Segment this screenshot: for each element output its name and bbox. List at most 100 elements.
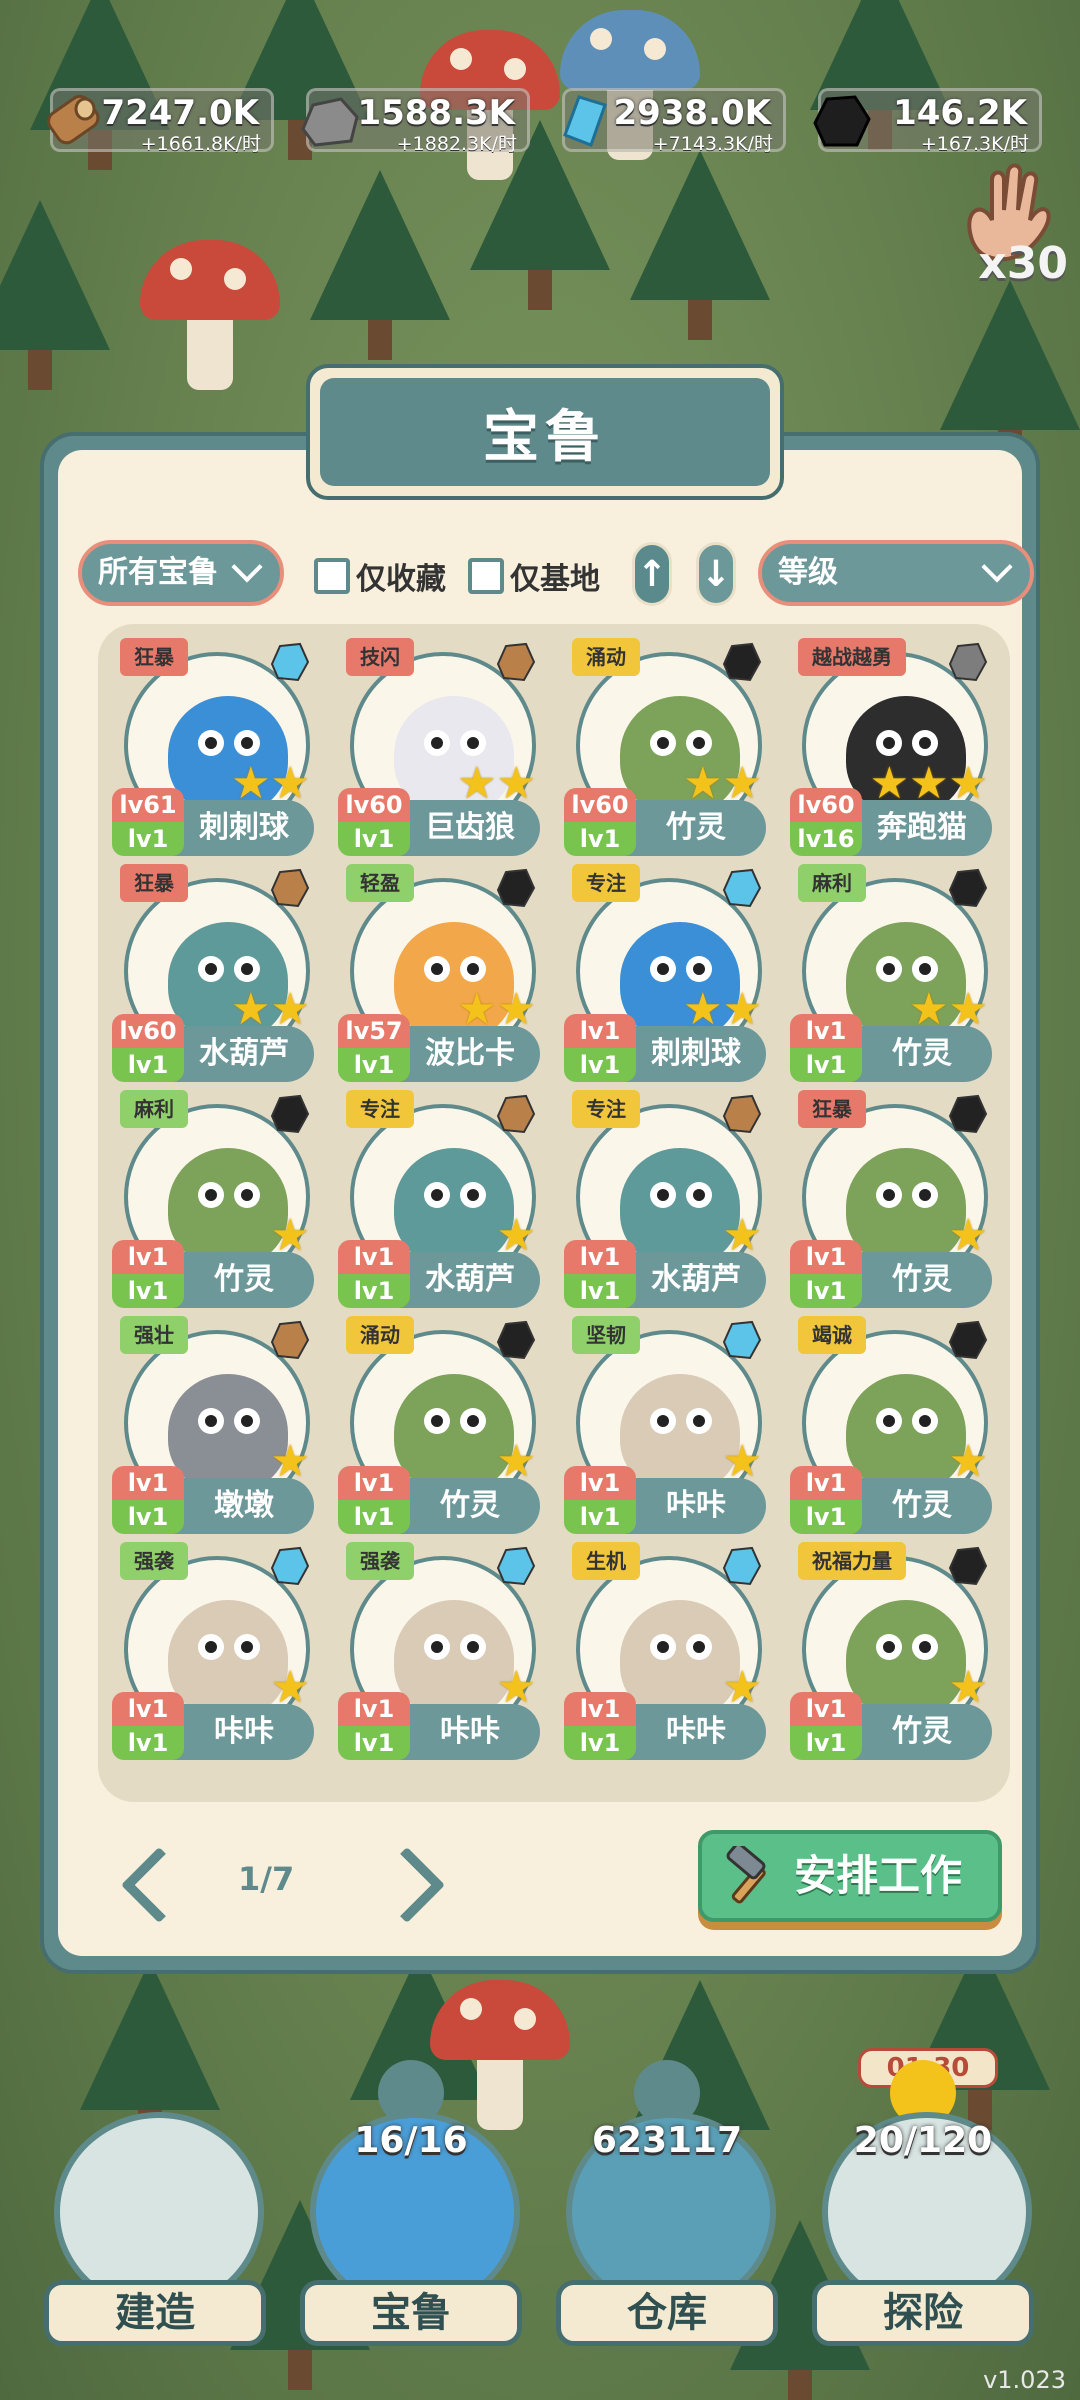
nav-build-label: 建造	[44, 2280, 266, 2346]
nav-storage-count: 623117	[591, 2120, 743, 2161]
nav-pals-count: 16/16	[354, 2120, 468, 2161]
pal-name: 竹灵	[892, 1262, 952, 1297]
pal-filter-label: 所有宝鲁	[98, 555, 218, 590]
work-level: lv1	[338, 1048, 410, 1082]
pal-level: lv60	[338, 788, 410, 822]
pal-card[interactable]: 涌动 ★★ 竹灵 lv60 lv1	[564, 638, 766, 860]
pal-name: 竹灵	[892, 1488, 952, 1523]
trait-tag: 竭诚	[798, 1316, 866, 1354]
pal-card[interactable]: 狂暴 ★★ 水葫芦 lv60 lv1	[112, 864, 314, 1086]
resource-stone: 1588.3K +1882.3K/时	[301, 88, 530, 155]
coal-icon	[270, 1094, 310, 1134]
pal-card[interactable]: 强袭 ★ 咔咔 lv1 lv1	[338, 1542, 540, 1764]
trait-tag: 专注	[346, 1090, 414, 1128]
pal-card[interactable]: 技闪 ★★ 巨齿狼 lv60 lv1	[338, 638, 540, 860]
panel-body: 所有宝鲁 仅收藏 仅基地 ↑ ↓ 等级 狂暴 ★★ 刺刺球 lv61 lv1 技闪 ★★ 巨齿…	[58, 450, 1034, 1956]
coal-icon	[813, 95, 871, 147]
work-level: lv1	[112, 1726, 184, 1760]
stone-icon	[301, 97, 359, 147]
panel-title: 宝鲁	[483, 404, 607, 470]
pal-level: lv1	[564, 1466, 636, 1500]
nav-pals[interactable]: 16/16 宝鲁	[296, 2048, 526, 2348]
work-level: lv16	[790, 822, 862, 856]
crystal-icon	[270, 642, 310, 682]
trait-tag: 专注	[572, 864, 640, 902]
nav-storage-label: 仓库	[556, 2280, 778, 2346]
pal-card[interactable]: 狂暴 ★ 竹灵 lv1 lv1	[790, 1090, 992, 1312]
pal-card[interactable]: 专注 ★★ 刺刺球 lv1 lv1	[564, 864, 766, 1086]
resource-bar: 7247.0K +1661.8K/时 1588.3K +1882.3K/时 29…	[30, 88, 1060, 158]
trait-tag: 麻利	[120, 1090, 188, 1128]
wood-rate: +1661.8K/时	[140, 133, 261, 155]
pal-card[interactable]: 狂暴 ★★ 刺刺球 lv61 lv1	[112, 638, 314, 860]
nav-explore[interactable]: 01:30 20/120 探险	[808, 2048, 1038, 2348]
work-level: lv1	[112, 1500, 184, 1534]
pal-card[interactable]: 强袭 ★ 咔咔 lv1 lv1	[112, 1542, 314, 1764]
crystal-amount: 2938.0K	[613, 93, 771, 133]
pal-name: 墩墩	[214, 1488, 274, 1523]
work-level: lv1	[338, 1500, 410, 1534]
pal-panel: 所有宝鲁 仅收藏 仅基地 ↑ ↓ 等级 狂暴 ★★ 刺刺球 lv61 lv1 技闪 ★★ 巨齿…	[40, 364, 1040, 1974]
pal-card[interactable]: 生机 ★ 咔咔 lv1 lv1	[564, 1542, 766, 1764]
pal-level: lv61	[112, 788, 184, 822]
pal-filter-dropdown[interactable]: 所有宝鲁	[78, 540, 284, 606]
pal-card[interactable]: 轻盈 ★★ 波比卡 lv57 lv1	[338, 864, 540, 1086]
pal-card[interactable]: 坚韧 ★ 咔咔 lv1 lv1	[564, 1316, 766, 1538]
work-level: lv1	[338, 1726, 410, 1760]
arrow-up-icon: ↑	[636, 553, 668, 595]
panel-title-plate: 宝鲁	[306, 364, 784, 500]
pal-card[interactable]: 祝福力量 ★ 竹灵 lv1 lv1	[790, 1542, 992, 1764]
page-indicator: 1/7	[238, 1860, 295, 1898]
coal-amount: 146.2K	[893, 93, 1027, 133]
coal-icon	[948, 1546, 988, 1586]
hand-count: x30	[978, 238, 1068, 289]
pal-name: 水葫芦	[425, 1262, 515, 1297]
pal-name: 水葫芦	[199, 1036, 289, 1071]
pal-card[interactable]: 涌动 ★ 竹灵 lv1 lv1	[338, 1316, 540, 1538]
work-level: lv1	[790, 1048, 862, 1082]
pal-card[interactable]: 竭诚 ★ 竹灵 lv1 lv1	[790, 1316, 992, 1538]
pal-level: lv1	[112, 1466, 184, 1500]
pal-card[interactable]: 强壮 ★ 墩墩 lv1 lv1	[112, 1316, 314, 1538]
work-level: lv1	[790, 1500, 862, 1534]
pal-card[interactable]: 麻利 ★ 竹灵 lv1 lv1	[112, 1090, 314, 1312]
tap-hand-button[interactable]: x30	[942, 160, 1072, 300]
pal-level: lv1	[112, 1692, 184, 1726]
pal-level: lv1	[790, 1692, 862, 1726]
pal-card[interactable]: 越战越勇 ★★★ 奔跑猫 lv60 lv16	[790, 638, 992, 860]
crystal-rate: +7143.3K/时	[652, 133, 773, 155]
trait-tag: 越战越勇	[798, 638, 906, 676]
pal-card[interactable]: 专注 ★ 水葫芦 lv1 lv1	[564, 1090, 766, 1312]
prev-page-button[interactable]	[118, 1850, 178, 1910]
base-only-label: 仅基地	[510, 562, 600, 597]
work-level: lv1	[112, 822, 184, 856]
wood-icon	[270, 1320, 310, 1360]
trait-tag: 技闪	[346, 638, 414, 676]
trait-tag: 涌动	[572, 638, 640, 676]
pal-card[interactable]: 麻利 ★★ 竹灵 lv1 lv1	[790, 864, 992, 1086]
next-page-button[interactable]	[380, 1850, 440, 1910]
pal-level: lv1	[790, 1240, 862, 1274]
trait-tag: 强袭	[120, 1542, 188, 1580]
base-only-checkbox[interactable]: 仅基地	[468, 554, 600, 598]
crystal-icon	[270, 1546, 310, 1586]
nav-build[interactable]: 建造	[40, 2048, 270, 2348]
pal-name: 波比卡	[425, 1036, 515, 1071]
resource-wood: 7247.0K +1661.8K/时	[47, 88, 274, 155]
sort-descending-button[interactable]: ↓	[696, 542, 736, 606]
pal-name: 竹灵	[214, 1262, 274, 1297]
chevron-down-icon	[231, 551, 263, 583]
assign-work-button[interactable]: 安排工作	[698, 1830, 1002, 1922]
pal-level: lv1	[112, 1240, 184, 1274]
nav-storage[interactable]: 623117 仓库	[552, 2048, 782, 2348]
sort-ascending-button[interactable]: ↑	[632, 542, 672, 606]
pal-card[interactable]: 专注 ★ 水葫芦 lv1 lv1	[338, 1090, 540, 1312]
crystal-icon	[496, 1546, 536, 1586]
pal-name: 咔咔	[440, 1714, 500, 1749]
pal-level: lv60	[790, 788, 862, 822]
sort-field-dropdown[interactable]: 等级	[758, 540, 1034, 606]
work-level: lv1	[112, 1274, 184, 1308]
coal-icon	[496, 1320, 536, 1360]
favorites-only-checkbox[interactable]: 仅收藏	[314, 554, 446, 598]
pal-level: lv1	[564, 1240, 636, 1274]
